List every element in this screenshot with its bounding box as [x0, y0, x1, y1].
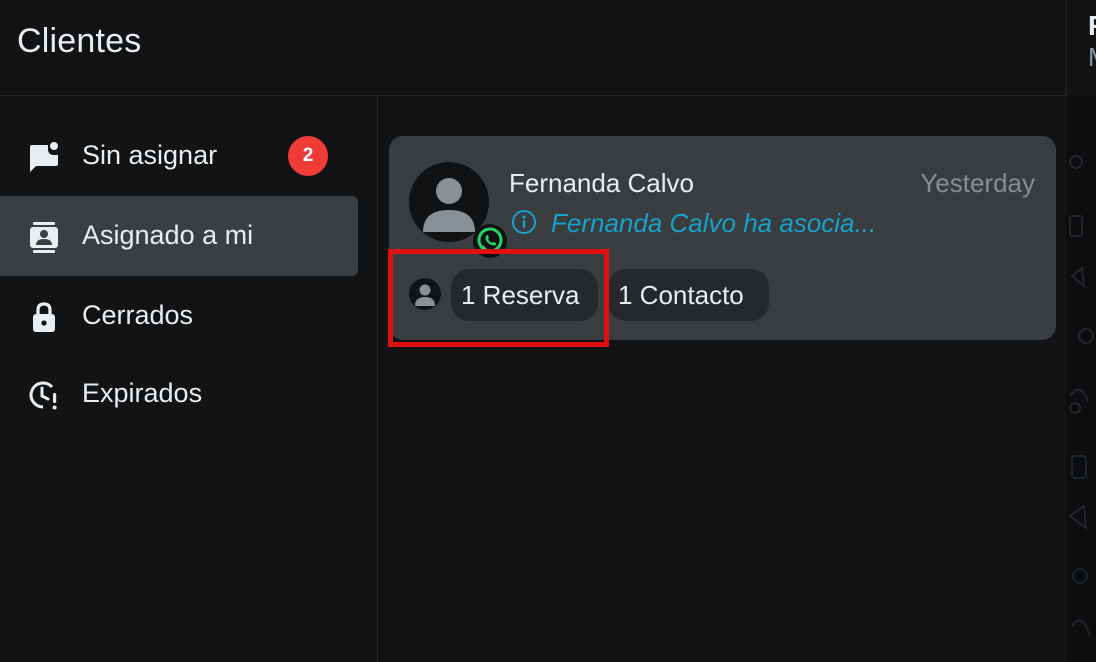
sidebar-item-cerrados[interactable]: Cerrados: [0, 276, 358, 356]
sidebar: Sin asignar 2 Asignado a mi Cerrados Exp…: [0, 96, 378, 662]
contact-card-icon: [30, 222, 58, 253]
conversation-list: Fernanda Calvo Yesterday Fernanda Calvo …: [379, 96, 1066, 662]
person-icon: [415, 284, 435, 306]
chat-header-subtitle: M: [1088, 42, 1096, 73]
message-preview: Fernanda Calvo ha asocia...: [551, 208, 877, 238]
contact-name: Fernanda Calvo: [509, 168, 694, 198]
sidebar-item-label: Expirados: [82, 378, 203, 408]
chat-add-icon: [30, 142, 58, 172]
sidebar-item-expirados[interactable]: Expirados: [0, 354, 358, 434]
header: Clientes: [0, 0, 1066, 96]
whatsapp-icon: [477, 227, 503, 253]
chat-header-title: F: [1088, 10, 1096, 42]
conversation-card[interactable]: Fernanda Calvo Yesterday Fernanda Calvo …: [389, 136, 1056, 340]
unread-count-badge: 2: [288, 136, 328, 176]
page-title: Clientes: [17, 22, 142, 60]
chat-background-pattern: [1066, 96, 1096, 662]
sidebar-item-label: Asignado a mi: [82, 220, 254, 250]
sidebar-item-sin-asignar[interactable]: Sin asignar 2: [0, 116, 358, 196]
info-icon: [512, 210, 536, 234]
reserva-chip[interactable]: 1 Reserva: [451, 269, 598, 321]
sidebar-item-asignado-a-mi[interactable]: Asignado a mi: [0, 196, 358, 276]
app-window: Clientes F M Sin asignar 2 Asignado a mi: [0, 0, 1096, 662]
contacto-chip[interactable]: 1 Contacto: [608, 269, 769, 321]
sidebar-item-label: Sin asignar: [82, 140, 218, 170]
clock-alert-icon: [29, 381, 57, 410]
person-chip-icon: [409, 278, 441, 310]
last-message-time: Yesterday: [920, 168, 1035, 198]
whatsapp-badge: [473, 224, 507, 258]
doodle-pattern: [1068, 155, 1094, 637]
chat-header[interactable]: F M: [1067, 0, 1096, 96]
sidebar-item-label: Cerrados: [82, 300, 194, 330]
lock-icon: [33, 302, 55, 332]
